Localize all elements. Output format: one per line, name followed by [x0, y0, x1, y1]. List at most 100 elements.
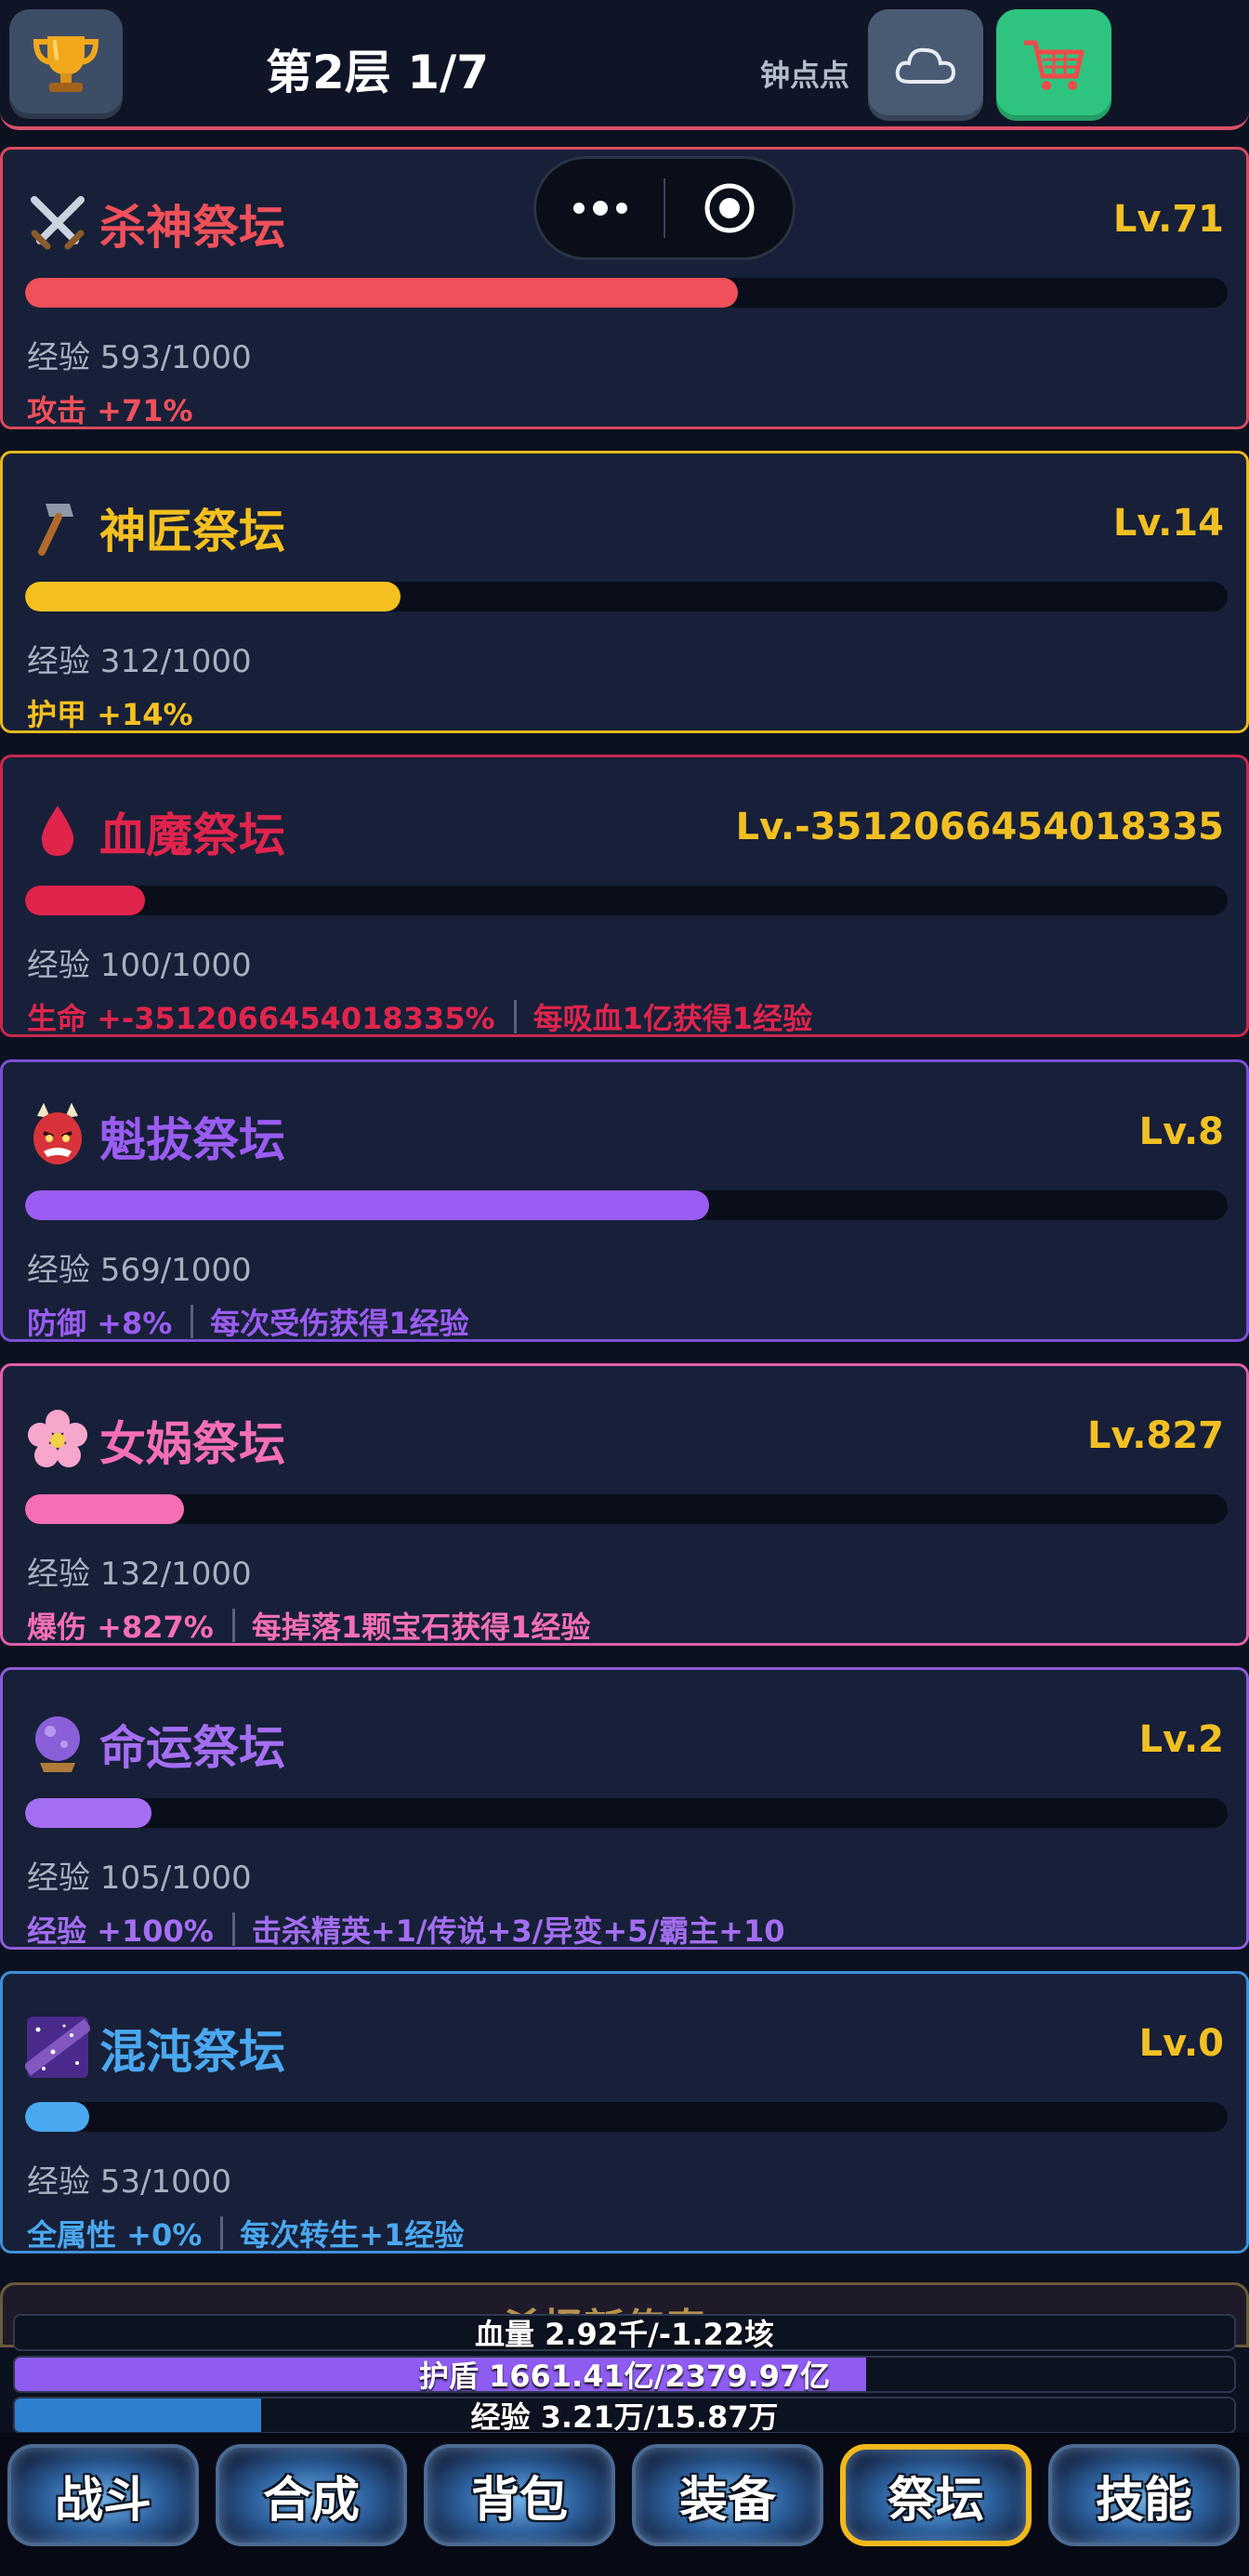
altar-card-fate[interactable]: 命运祭坛 Lv.2 经验 105/1000 经验 +100% 击杀精英+1/传说…	[0, 1667, 1249, 1950]
altar-name: 魁拔祭坛	[99, 1113, 285, 1167]
altar-page: 第2层 1/7 钟点点 杀神祭坛 Lv.71 经验 593/1000 攻击 +7…	[0, 0, 1249, 2576]
altar-level: Lv.2	[1138, 1718, 1224, 1761]
nav-label: 战斗	[54, 2472, 151, 2529]
altar-level: Lv.827	[1087, 1414, 1224, 1457]
exp-bar-text: 经验 3.21万/15.87万	[470, 2399, 779, 2434]
altar-name: 混沌祭坛	[99, 2025, 285, 2079]
altar-progress-track	[25, 1190, 1228, 1220]
altar-card-artisan[interactable]: 神匠祭坛 Lv.14 经验 312/1000 护甲 +14%	[0, 451, 1249, 733]
nav-backpack[interactable]: 背包	[424, 2444, 615, 2546]
nav-label: 背包	[470, 2472, 568, 2529]
altar-effects: 防御 +8% 每次受伤获得1经验	[27, 1300, 469, 1343]
altar-card-chaos[interactable]: 混沌祭坛 Lv.0 经验 53/1000 全属性 +0% 每次转生+1经验	[0, 1971, 1249, 2254]
altar-level: Lv.8	[1138, 1111, 1224, 1153]
top-bar: 第2层 1/7 钟点点	[0, 0, 1249, 130]
altar-name: 杀神祭坛	[99, 201, 285, 255]
nav-equipment[interactable]: 装备	[632, 2444, 823, 2546]
altar-progress-track	[25, 582, 1228, 611]
altar-name: 血魔祭坛	[99, 808, 285, 862]
altar-effect-extra: 击杀精英+1/传说+3/异变+5/霸主+10	[251, 1913, 785, 1949]
nav-battle[interactable]: 战斗	[7, 2444, 199, 2546]
altar-card-nuwa[interactable]: 女娲祭坛 Lv.827 经验 132/1000 爆伤 +827% 每掉落1颗宝石…	[0, 1363, 1249, 1646]
altar-progress-fill	[25, 1190, 710, 1220]
altar-effect-extra: 每掉落1颗宝石获得1经验	[251, 1610, 591, 1645]
altar-effect: 经验 +100%	[27, 1913, 214, 1949]
altar-progress-track	[25, 1494, 1228, 1524]
altar-exp: 经验 105/1000	[27, 1860, 252, 1897]
target-close-icon	[704, 183, 754, 233]
more-dots-icon	[572, 201, 627, 216]
more-menu-button[interactable]	[536, 159, 664, 257]
mini-program-capsule	[533, 156, 795, 260]
cloud-save-button[interactable]	[868, 9, 983, 121]
trophy-button[interactable]	[9, 9, 123, 119]
altar-effects: 经验 +100% 击杀精英+1/传说+3/异变+5/霸主+10	[27, 1908, 784, 1951]
altar-effect-extra: 每吸血1亿获得1经验	[532, 1001, 813, 1036]
nav-label: 祭坛	[887, 2472, 984, 2529]
close-program-button[interactable]	[665, 159, 793, 257]
nav-skills[interactable]: 技能	[1048, 2444, 1240, 2546]
altar-effects: 生命 +-3512066454018335% 每吸血1亿获得1经验	[27, 995, 812, 1038]
exp-bar: 经验 3.21万/15.87万	[13, 2397, 1236, 2434]
altar-progress-fill	[25, 278, 739, 308]
altar-card-kuiba[interactable]: 魁拔祭坛 Lv.8 经验 569/1000 防御 +8% 每次受伤获得1经验	[0, 1059, 1249, 1342]
crossed-swords-icon	[31, 196, 85, 250]
nav-label: 合成	[262, 2472, 360, 2529]
altar-effect: 防御 +8%	[27, 1306, 173, 1341]
altar-effect-extra: 每次转生+1经验	[240, 2217, 465, 2253]
effect-divider	[220, 2216, 224, 2250]
altar-progress-track	[25, 1798, 1228, 1828]
altar-level: Lv.71	[1112, 198, 1224, 241]
altar-progress-fill	[25, 582, 401, 611]
sync-label: 钟点点	[760, 58, 850, 93]
altar-exp: 经验 593/1000	[27, 339, 252, 376]
altar-exp: 经验 100/1000	[27, 947, 252, 984]
altar-name: 命运祭坛	[99, 1721, 285, 1775]
effect-divider	[513, 1000, 517, 1033]
altar-progress-track	[25, 2102, 1228, 2132]
altar-effect: 全属性 +0%	[27, 2217, 203, 2253]
oni-mask-icon	[33, 1103, 82, 1164]
shop-button[interactable]	[996, 9, 1111, 121]
cherry-blossom-icon	[28, 1410, 87, 1467]
blood-drop-icon	[41, 806, 74, 856]
altar-effect: 攻击 +71%	[27, 393, 193, 428]
shield-bar-text: 护盾 1661.41亿/2379.97亿	[418, 2359, 831, 2393]
hp-bar-text: 血量 2.92千/-1.22垓	[474, 2317, 775, 2351]
altar-exp: 经验 53/1000	[27, 2163, 232, 2201]
galaxy-icon	[25, 2017, 90, 2078]
altar-progress-track	[25, 886, 1228, 915]
altar-level: Lv.0	[1138, 2022, 1224, 2065]
cart-icon	[1024, 40, 1085, 90]
nav-synthesis[interactable]: 合成	[216, 2444, 407, 2546]
altar-progress-fill	[25, 886, 146, 915]
altar-level: Lv.-3512066454018335	[735, 806, 1224, 848]
hammer-icon	[38, 504, 73, 556]
trophy-icon	[33, 36, 99, 92]
altar-progress-fill	[25, 1798, 151, 1828]
cloud-icon	[895, 47, 956, 84]
effect-divider	[231, 1609, 235, 1642]
altar-exp: 经验 569/1000	[27, 1252, 252, 1289]
altar-effects: 护甲 +14%	[27, 691, 193, 734]
altar-card-blood[interactable]: 血魔祭坛 Lv.-3512066454018335 经验 100/1000 生命…	[0, 755, 1249, 1037]
altar-exp: 经验 132/1000	[27, 1556, 252, 1593]
effect-divider	[231, 1912, 235, 1946]
altar-effect: 爆伤 +827%	[27, 1610, 214, 1645]
nav-altar[interactable]: 祭坛	[840, 2444, 1032, 2546]
effect-divider	[191, 1305, 194, 1338]
altar-effects: 全属性 +0% 每次转生+1经验	[27, 2212, 464, 2254]
altar-progress-track	[25, 278, 1228, 308]
floor-title: 第2层 1/7	[266, 46, 490, 99]
altar-effects: 爆伤 +827% 每掉落1颗宝石获得1经验	[27, 1604, 590, 1647]
altar-exp: 经验 312/1000	[27, 643, 252, 680]
altar-effect: 护甲 +14%	[27, 697, 193, 732]
altar-effects: 攻击 +71%	[27, 388, 193, 430]
altar-level: Lv.14	[1112, 502, 1224, 545]
nav-label: 装备	[678, 2472, 776, 2529]
hp-bar: 血量 2.92千/-1.22垓	[13, 2314, 1236, 2351]
crystal-ball-icon	[35, 1716, 80, 1772]
altar-effect-extra: 每次受伤获得1经验	[210, 1306, 469, 1341]
nav-label: 技能	[1095, 2472, 1192, 2529]
shield-bar: 护盾 1661.41亿/2379.97亿	[13, 2356, 1236, 2393]
